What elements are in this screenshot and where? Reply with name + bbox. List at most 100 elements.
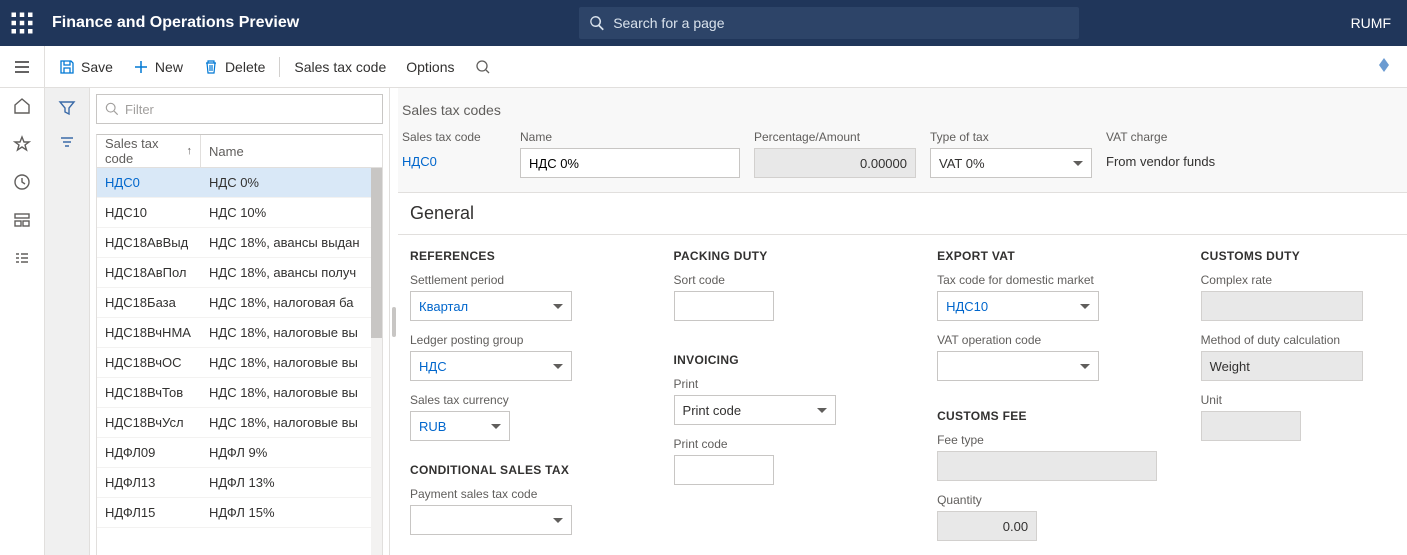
sort-label: Sort code bbox=[674, 273, 898, 287]
table-row[interactable]: НДС18ВчОСНДС 18%, налоговые вы bbox=[97, 348, 382, 378]
method-value: Weight bbox=[1201, 351, 1363, 381]
pct-label: Percentage/Amount bbox=[754, 130, 916, 144]
options-label: Options bbox=[406, 59, 454, 75]
customsduty-title: CUSTOMS DUTY bbox=[1201, 249, 1395, 263]
vatcharge-label: VAT charge bbox=[1106, 130, 1306, 144]
customsfee-title: CUSTOMS FEE bbox=[937, 409, 1161, 423]
unit-value bbox=[1201, 411, 1301, 441]
invoicing-title: INVOICING bbox=[674, 353, 898, 367]
star-icon[interactable] bbox=[12, 134, 32, 154]
modules-icon[interactable] bbox=[12, 248, 32, 268]
qty-value: 0.00 bbox=[937, 511, 1037, 541]
grid-header: Sales tax code↑ Name bbox=[96, 134, 383, 168]
settlement-dropdown[interactable]: Квартал bbox=[410, 291, 572, 321]
company-code[interactable]: RUMF bbox=[1351, 15, 1391, 31]
toolbar-row: Save New Delete Sales tax code Options bbox=[0, 46, 1407, 88]
print-label: Print bbox=[674, 377, 898, 391]
nav-toggle-button[interactable] bbox=[0, 46, 45, 87]
general-section-body: REFERENCES Settlement period Квартал Led… bbox=[398, 235, 1407, 555]
home-icon[interactable] bbox=[12, 96, 32, 116]
vatop-label: VAT operation code bbox=[937, 333, 1161, 347]
app-launcher-icon[interactable] bbox=[10, 11, 34, 35]
complex-label: Complex rate bbox=[1201, 273, 1395, 287]
new-button[interactable]: New bbox=[123, 46, 193, 87]
scrollbar-track[interactable] bbox=[371, 168, 382, 555]
action-toolbar: Save New Delete Sales tax code Options bbox=[45, 46, 1407, 87]
sort-input[interactable] bbox=[674, 291, 774, 321]
currency-dropdown[interactable]: RUB bbox=[410, 411, 510, 441]
name-label: Name bbox=[520, 130, 740, 144]
table-row[interactable]: НДС18ВчТовНДС 18%, налоговые вы bbox=[97, 378, 382, 408]
qty-label: Quantity bbox=[937, 493, 1161, 507]
complex-value bbox=[1201, 291, 1363, 321]
copilot-icon[interactable] bbox=[1375, 56, 1393, 77]
options-tab[interactable]: Options bbox=[396, 46, 464, 87]
references-title: REFERENCES bbox=[410, 249, 634, 263]
sort-icon[interactable] bbox=[57, 132, 77, 152]
table-row[interactable]: НДС0НДС 0% bbox=[97, 168, 382, 198]
code-value[interactable]: НДС0 bbox=[402, 148, 506, 175]
list-pane: Sales tax code↑ Name НДС0НДС 0% НДС10НДС… bbox=[90, 88, 390, 555]
filter-icon[interactable] bbox=[57, 98, 77, 118]
domestic-dropdown[interactable]: НДС10 bbox=[937, 291, 1099, 321]
search-input[interactable] bbox=[613, 15, 1069, 31]
vatcharge-value: From vendor funds bbox=[1106, 148, 1306, 175]
table-row[interactable]: НДС18АвПолНДС 18%, авансы получ bbox=[97, 258, 382, 288]
header-fields: Sales tax code НДС0 Name Percentage/Amou… bbox=[398, 130, 1407, 192]
new-label: New bbox=[155, 59, 183, 75]
toolbar-separator bbox=[279, 57, 280, 77]
recent-icon[interactable] bbox=[12, 172, 32, 192]
printcode-label: Print code bbox=[674, 437, 898, 451]
general-section-header[interactable]: General bbox=[398, 192, 1407, 235]
table-row[interactable]: НДС18ВчУслНДС 18%, налоговые вы bbox=[97, 408, 382, 438]
toolbar-search-button[interactable] bbox=[465, 46, 507, 87]
workspaces-icon[interactable] bbox=[12, 210, 32, 230]
delete-button[interactable]: Delete bbox=[193, 46, 275, 87]
ledger-label: Ledger posting group bbox=[410, 333, 634, 347]
printcode-input[interactable] bbox=[674, 455, 774, 485]
page-heading: Sales tax codes bbox=[398, 102, 1407, 130]
toolbar-right bbox=[1375, 56, 1403, 77]
method-label: Method of duty calculation bbox=[1201, 333, 1395, 347]
detail-pane: Sales tax codes Sales tax code НДС0 Name… bbox=[398, 88, 1407, 555]
global-search[interactable] bbox=[579, 7, 1079, 39]
save-button[interactable]: Save bbox=[49, 46, 123, 87]
col-header-name[interactable]: Name bbox=[201, 135, 382, 167]
table-row[interactable]: НДФЛ09НДФЛ 9% bbox=[97, 438, 382, 468]
payment-dropdown[interactable] bbox=[410, 505, 572, 535]
filter-input[interactable] bbox=[125, 102, 374, 117]
pct-value: 0.00000 bbox=[754, 148, 916, 178]
delete-label: Delete bbox=[225, 59, 265, 75]
col-header-code[interactable]: Sales tax code↑ bbox=[97, 135, 201, 167]
table-row[interactable]: НДС18АвВыдНДС 18%, авансы выдан bbox=[97, 228, 382, 258]
print-dropdown[interactable]: Print code bbox=[674, 395, 836, 425]
filter-rail bbox=[45, 88, 90, 555]
list-filter[interactable] bbox=[96, 94, 383, 124]
exportvat-title: EXPORT VAT bbox=[937, 249, 1161, 263]
table-row[interactable]: НДФЛ13НДФЛ 13% bbox=[97, 468, 382, 498]
ledger-dropdown[interactable]: НДС bbox=[410, 351, 572, 381]
packing-title: PACKING DUTY bbox=[674, 249, 898, 263]
scrollbar-thumb[interactable] bbox=[371, 168, 382, 338]
grid-body: НДС0НДС 0% НДС10НДС 10% НДС18АвВыдНДС 18… bbox=[96, 168, 383, 555]
type-dropdown[interactable]: VAT 0% bbox=[930, 148, 1092, 178]
left-nav-rail bbox=[0, 88, 45, 555]
sort-asc-icon: ↑ bbox=[187, 145, 193, 157]
table-row[interactable]: НДС10НДС 10% bbox=[97, 198, 382, 228]
name-input[interactable] bbox=[520, 148, 740, 178]
vatop-dropdown[interactable] bbox=[937, 351, 1099, 381]
search-icon bbox=[589, 15, 605, 31]
table-row[interactable]: НДС18ВчНМАНДС 18%, налоговые вы bbox=[97, 318, 382, 348]
app-title: Finance and Operations Preview bbox=[52, 14, 299, 32]
main-content: Sales tax code↑ Name НДС0НДС 0% НДС10НДС… bbox=[0, 88, 1407, 555]
fee-label: Fee type bbox=[937, 433, 1161, 447]
table-row[interactable]: НДФЛ15НДФЛ 15% bbox=[97, 498, 382, 528]
splitter-handle[interactable] bbox=[390, 88, 398, 555]
sales-tax-code-label: Sales tax code bbox=[294, 59, 386, 75]
table-row[interactable]: НДС18БазаНДС 18%, налоговая ба bbox=[97, 288, 382, 318]
fee-value bbox=[937, 451, 1157, 481]
conditional-title: CONDITIONAL SALES TAX bbox=[410, 463, 634, 477]
sales-tax-code-tab[interactable]: Sales tax code bbox=[284, 46, 396, 87]
save-label: Save bbox=[81, 59, 113, 75]
unit-label: Unit bbox=[1201, 393, 1395, 407]
